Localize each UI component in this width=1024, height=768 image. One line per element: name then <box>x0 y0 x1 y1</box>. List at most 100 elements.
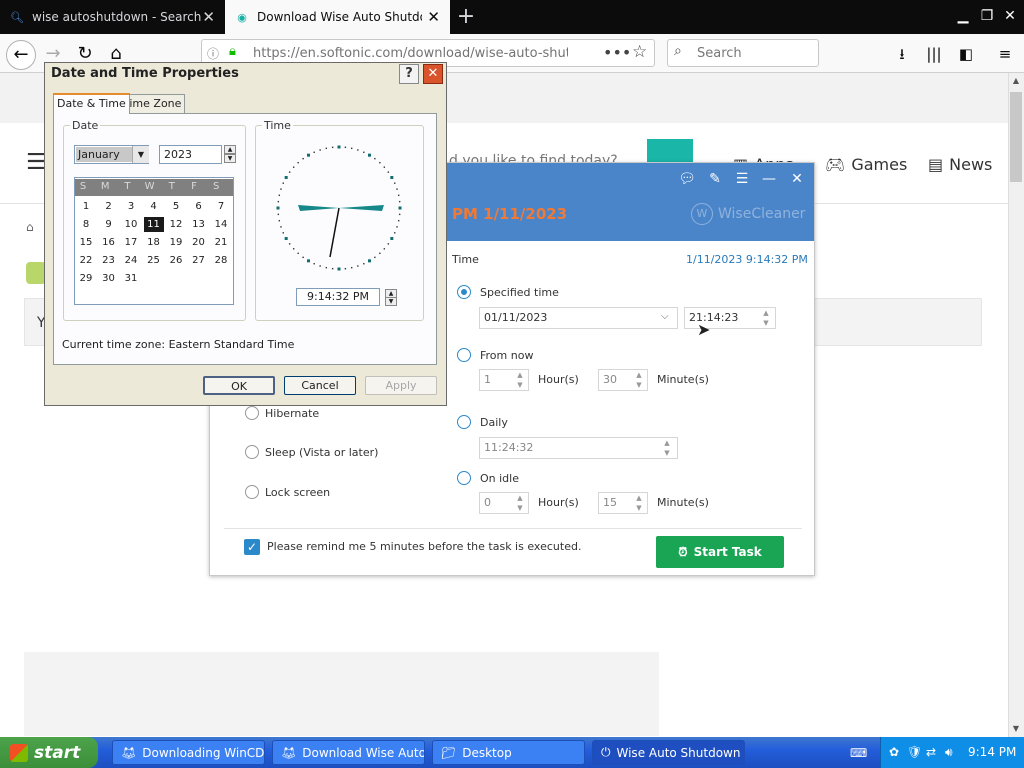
calendar-day[interactable]: 21 <box>211 235 231 250</box>
calendar-day[interactable]: 14 <box>211 217 231 232</box>
url-text[interactable]: https://en.softonic.com/download/wise-au… <box>253 46 568 61</box>
bookmark-star-icon[interactable]: ☆ <box>632 42 647 62</box>
calendar-day[interactable]: 31 <box>121 271 141 286</box>
sidebar-icon[interactable]: ◧ <box>954 42 978 66</box>
year-down-icon[interactable]: ▼ <box>224 154 236 163</box>
calendar-day[interactable]: 10 <box>121 217 141 232</box>
radio-lock-screen[interactable] <box>245 485 259 499</box>
edit-icon[interactable]: ✎ <box>705 170 725 188</box>
breadcrumb-home-icon[interactable]: ⌂ <box>26 220 34 234</box>
calendar-day[interactable]: 1 <box>76 199 96 214</box>
tab-date-time[interactable]: Date & Time <box>53 93 130 114</box>
remind-checkbox[interactable]: ✓ <box>244 539 260 555</box>
year-field[interactable]: 2023 <box>159 145 222 164</box>
calendar-day[interactable]: 18 <box>144 235 164 250</box>
chevron-down-icon[interactable]: ⌵ <box>661 311 669 322</box>
calendar-day[interactable]: 15 <box>76 235 96 250</box>
calendar-day[interactable]: 4 <box>144 199 164 214</box>
apply-button[interactable]: Apply <box>365 376 437 395</box>
calendar-day[interactable]: 19 <box>166 235 186 250</box>
specified-date-select[interactable]: 01/11/2023 <box>479 307 678 329</box>
time-down-icon[interactable]: ▼ <box>385 297 397 306</box>
radio-daily[interactable] <box>457 415 471 429</box>
taskbar-item[interactable]: ⏻ Wise Auto Shutdown <box>592 740 745 765</box>
taskbar-item[interactable]: 🦊︎Downloading WinCDE... <box>112 740 265 765</box>
start-button[interactable]: start <box>0 737 98 768</box>
calendar-day[interactable]: 12 <box>166 217 186 232</box>
ok-button[interactable]: OK <box>203 376 275 395</box>
minutes-stepper[interactable]: ▲ ▼ <box>634 370 644 390</box>
time-stepper[interactable]: ▲ ▼ <box>761 308 771 328</box>
calendar-day[interactable]: 16 <box>99 235 119 250</box>
year-up-icon[interactable]: ▲ <box>224 145 236 154</box>
nav-games[interactable]: 🎮︎ Games <box>825 155 907 174</box>
calendar-day[interactable]: 30 <box>99 271 119 286</box>
volume-icon[interactable]: 🔊︎ <box>945 745 953 760</box>
menu-icon[interactable]: ≡ <box>993 42 1017 66</box>
library-icon[interactable]: ||| <box>922 42 946 66</box>
calendar-day[interactable]: 8 <box>76 217 96 232</box>
chevron-down-icon[interactable]: ▼ <box>132 146 149 163</box>
minimize-icon[interactable]: ▁ <box>952 4 974 28</box>
calendar-day[interactable]: 23 <box>99 253 119 268</box>
calendar-day[interactable]: 27 <box>189 253 209 268</box>
security-shield-icon[interactable]: 🛡︎ <box>907 745 922 759</box>
calendar-day[interactable]: 26 <box>166 253 186 268</box>
close-window-icon[interactable]: ✕ <box>999 4 1021 28</box>
radio-on-idle[interactable] <box>457 471 471 485</box>
calendar-day[interactable]: 2 <box>99 199 119 214</box>
calendar-day[interactable]: 9 <box>99 217 119 232</box>
cancel-button[interactable]: Cancel <box>284 376 356 395</box>
idle-hours-stepper[interactable]: ▲ ▼ <box>515 493 525 513</box>
tray-app-icon[interactable]: ✿ <box>889 745 899 759</box>
calendar-day[interactable]: 29 <box>76 271 96 286</box>
tab-search[interactable]: 🔍︎ wise autoshutdown - Search ✕ <box>0 0 225 34</box>
info-icon[interactable]: ⓘ <box>207 45 219 62</box>
close-icon[interactable]: ✕ <box>787 170 807 188</box>
radio-specified-time[interactable] <box>457 285 471 299</box>
new-tab-button[interactable]: + <box>456 3 476 31</box>
calendar-day[interactable]: 3 <box>121 199 141 214</box>
calendar-day[interactable]: 25 <box>144 253 164 268</box>
hamburger-menu-icon[interactable]: ☰ <box>26 150 46 175</box>
minimize-icon[interactable]: — <box>759 170 779 188</box>
calendar-day[interactable]: 28 <box>211 253 231 268</box>
calendar-day[interactable]: 6 <box>189 199 209 214</box>
keyboard-icon[interactable]: ⌨ <box>850 746 867 760</box>
calendar-day[interactable]: 24 <box>121 253 141 268</box>
daily-time-field[interactable]: 11:24:32 <box>479 437 678 459</box>
calendar-day[interactable]: 22 <box>76 253 96 268</box>
tab-softonic[interactable]: ◉ Download Wise Auto Shutdown 2. ✕ <box>225 0 450 34</box>
close-button[interactable]: ✕ <box>423 64 443 84</box>
time-field[interactable]: 9:14:32 PM <box>296 288 380 306</box>
calendar-day[interactable]: 20 <box>189 235 209 250</box>
restore-icon[interactable]: ❐ <box>976 4 998 28</box>
calendar-day-selected[interactable]: 11 <box>143 217 164 232</box>
feedback-icon[interactable]: 💬︎ <box>677 170 697 188</box>
help-button[interactable]: ? <box>399 64 419 84</box>
radio-from-now[interactable] <box>457 348 471 362</box>
calendar-day[interactable]: 13 <box>189 217 209 232</box>
daily-stepper[interactable]: ▲ ▼ <box>662 438 672 458</box>
network-icon[interactable]: ⇄ <box>926 745 936 759</box>
download-icon[interactable]: ⭳ <box>890 42 914 66</box>
menu-icon[interactable]: ☰ <box>732 170 752 188</box>
scroll-down-icon[interactable]: ▼ <box>1008 721 1024 737</box>
start-task-button[interactable]: ⏰︎ Start Task <box>656 536 784 568</box>
radio-sleep[interactable] <box>245 445 259 459</box>
taskbar-item[interactable]: 📁︎ Desktop <box>432 740 585 765</box>
close-tab-icon[interactable]: ✕ <box>427 8 440 26</box>
back-button[interactable]: ← <box>6 40 36 70</box>
scroll-up-icon[interactable]: ▲ <box>1008 73 1024 89</box>
taskbar-item[interactable]: 🦊︎Download Wise Auto ... <box>272 740 425 765</box>
radio-hibernate[interactable] <box>245 406 259 420</box>
nav-news[interactable]: ▤ News <box>928 155 992 174</box>
hours-stepper[interactable]: ▲ ▼ <box>515 370 525 390</box>
close-tab-icon[interactable]: ✕ <box>202 8 215 26</box>
calendar-day[interactable]: 17 <box>121 235 141 250</box>
search-input[interactable] <box>667 39 819 67</box>
page-actions-icon[interactable]: ••• <box>603 43 631 62</box>
idle-minutes-stepper[interactable]: ▲ ▼ <box>634 493 644 513</box>
scrollbar-thumb[interactable] <box>1010 92 1022 182</box>
calendar-day[interactable]: 7 <box>211 199 231 214</box>
